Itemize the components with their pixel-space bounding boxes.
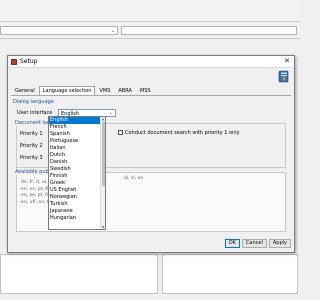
dialog-buttons: OK Cancel Apply — [224, 239, 291, 248]
tab-vms[interactable]: VMS — [95, 86, 114, 95]
close-icon[interactable]: ✕ — [284, 57, 290, 65]
dropdown-scrollbar[interactable]: ▲ ▼ — [100, 117, 105, 229]
priority-1-only-checkbox[interactable] — [118, 130, 123, 135]
dropdown-option[interactable]: French — [49, 124, 101, 131]
scroll-down-icon[interactable]: ▼ — [102, 225, 104, 229]
user-interface-label: User interface — [17, 110, 53, 116]
dropdown-option[interactable]: Danish — [49, 159, 101, 166]
dropdown-option[interactable]: Japanese — [49, 208, 101, 215]
dropdown-option[interactable]: Swedish — [49, 166, 101, 173]
dropdown-options: English French Spanish Portuguese Italia… — [49, 117, 101, 222]
tab-bar: General Language selection VMS ABRA MSS — [11, 86, 155, 95]
available-publications-heading: Available publi — [15, 169, 53, 175]
dialog-titlebar[interactable]: Setup ✕ — [8, 56, 294, 68]
dropdown-option[interactable]: Portuguese — [49, 138, 101, 145]
background-panel-left — [0, 254, 158, 294]
document-languages-heading: Document lan — [15, 120, 52, 126]
priority-3-label: Priority 3 — [20, 155, 43, 161]
dropdown-option[interactable]: Spanish — [49, 131, 101, 138]
priority-1-label: Priority 1 — [20, 131, 43, 137]
tab-mss[interactable]: MSS — [136, 86, 155, 95]
dropdown-option[interactable]: Hungarian — [49, 215, 101, 222]
dropdown-option[interactable]: Finnish — [49, 173, 101, 180]
chevron-down-icon: ⌄ — [108, 110, 113, 116]
tab-general[interactable]: General — [11, 86, 39, 95]
dropdown-option[interactable]: Dutch — [49, 152, 101, 159]
cancel-button[interactable]: Cancel — [241, 239, 267, 248]
chevron-down-icon: ⌄ — [110, 28, 115, 34]
tab-abra[interactable]: ABRA — [114, 86, 136, 95]
dropdown-option[interactable]: Italian — [49, 145, 101, 152]
dialog-language-heading: Dialog language — [13, 99, 54, 105]
scroll-up-icon[interactable]: ▲ — [102, 117, 104, 121]
background-toolbar — [0, 0, 300, 22]
background-panel-right — [162, 254, 298, 294]
dropdown-option[interactable]: Turkish — [49, 201, 101, 208]
dialog-title: Setup — [20, 58, 38, 65]
dropdown-option[interactable]: US English — [49, 187, 101, 194]
dropdown-option-english[interactable]: English — [49, 117, 101, 124]
dropdown-option[interactable]: Norwegian — [49, 194, 101, 201]
book-logo-icon — [278, 70, 289, 83]
setup-app-icon — [11, 59, 17, 65]
language-dropdown-list[interactable]: English French Spanish Portuguese Italia… — [48, 116, 106, 230]
apply-button[interactable]: Apply — [268, 239, 291, 248]
background-divider — [0, 38, 300, 39]
priority-1-only-label: Conduct document search with priority 1 … — [125, 130, 240, 136]
available-languages-extra: al, sl, en — [124, 176, 144, 181]
scrollbar-thumb[interactable] — [102, 122, 105, 186]
background-combo-right[interactable] — [121, 26, 297, 35]
priority-2-label: Priority 2 — [20, 143, 43, 149]
tab-language-selection[interactable]: Language selection — [38, 86, 96, 95]
ok-button[interactable]: OK — [224, 239, 240, 248]
dropdown-option[interactable]: Greek — [49, 180, 101, 187]
background-combo-left[interactable]: ⌄ — [0, 26, 118, 35]
